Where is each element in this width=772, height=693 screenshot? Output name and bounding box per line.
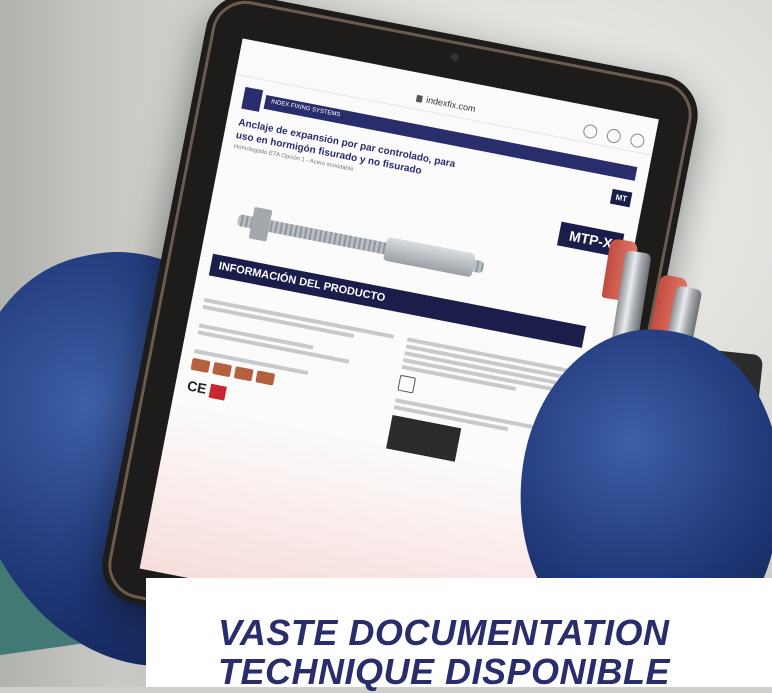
- material-swatch: [212, 361, 233, 378]
- url-text: indexfix.com: [425, 94, 477, 115]
- reload-icon[interactable]: [582, 123, 599, 140]
- share-icon[interactable]: [605, 127, 623, 145]
- product-code-area: MT: [603, 188, 633, 226]
- caption-line-1: VASTE DOCUMENTATION: [218, 612, 670, 653]
- anchor-nut: [248, 206, 273, 242]
- document-icon: [397, 374, 417, 394]
- lock-icon: [415, 94, 424, 103]
- certification-icon: [208, 384, 228, 401]
- brand-logo: [241, 86, 264, 112]
- tabs-icon[interactable]: [629, 132, 646, 149]
- anchor-sleeve: [382, 236, 476, 278]
- material-swatch: [233, 366, 254, 382]
- mt-badge: MT: [610, 188, 633, 208]
- material-swatch: [190, 357, 211, 374]
- material-swatch: [255, 370, 276, 386]
